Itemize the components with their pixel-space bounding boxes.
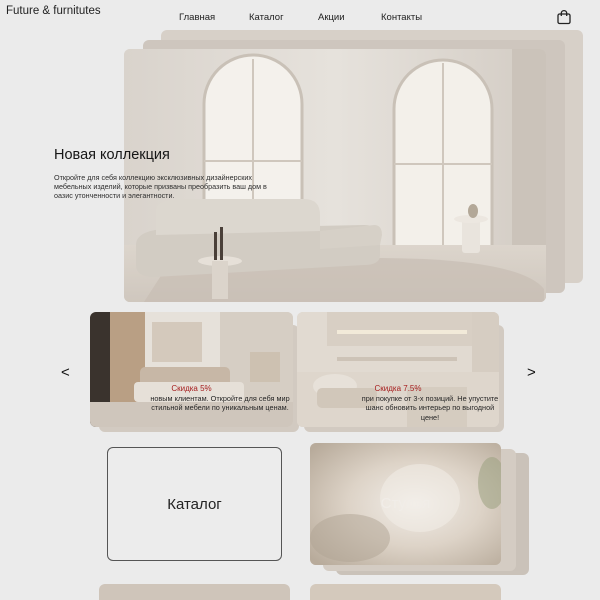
shopping-bag-icon[interactable] [556, 9, 572, 25]
nav-home[interactable]: Главная [179, 12, 215, 23]
promo-2-text: при покупке от 3-х позиций. Не упустите … [361, 394, 499, 422]
nav-sales[interactable]: Акции [318, 12, 345, 23]
bottom-card-1[interactable] [99, 584, 290, 600]
nav-contacts[interactable]: Контакты [381, 12, 422, 23]
hero-description: Откройте для себя коллекцию эксклюзивных… [54, 173, 267, 201]
catalog-button[interactable]: Каталог [107, 447, 282, 561]
promo-1-text: новым клиентам. Откройте для себя мир ст… [150, 394, 290, 413]
catalog-label: Каталог [167, 495, 222, 513]
promo-1-title: Скидка 5% [171, 384, 212, 393]
main-nav: Главная Каталог Акции Контакты [0, 12, 600, 26]
hero-title: Новая коллекция [54, 147, 170, 163]
chairs-label: Стулья [380, 495, 431, 512]
nav-catalog[interactable]: Каталог [249, 12, 284, 23]
carousel-prev-button[interactable]: < [61, 364, 70, 381]
carousel-next-button[interactable]: > [527, 364, 536, 381]
promo-2-title: Скидка 7.5% [374, 384, 422, 393]
bottom-card-2[interactable] [310, 584, 501, 600]
